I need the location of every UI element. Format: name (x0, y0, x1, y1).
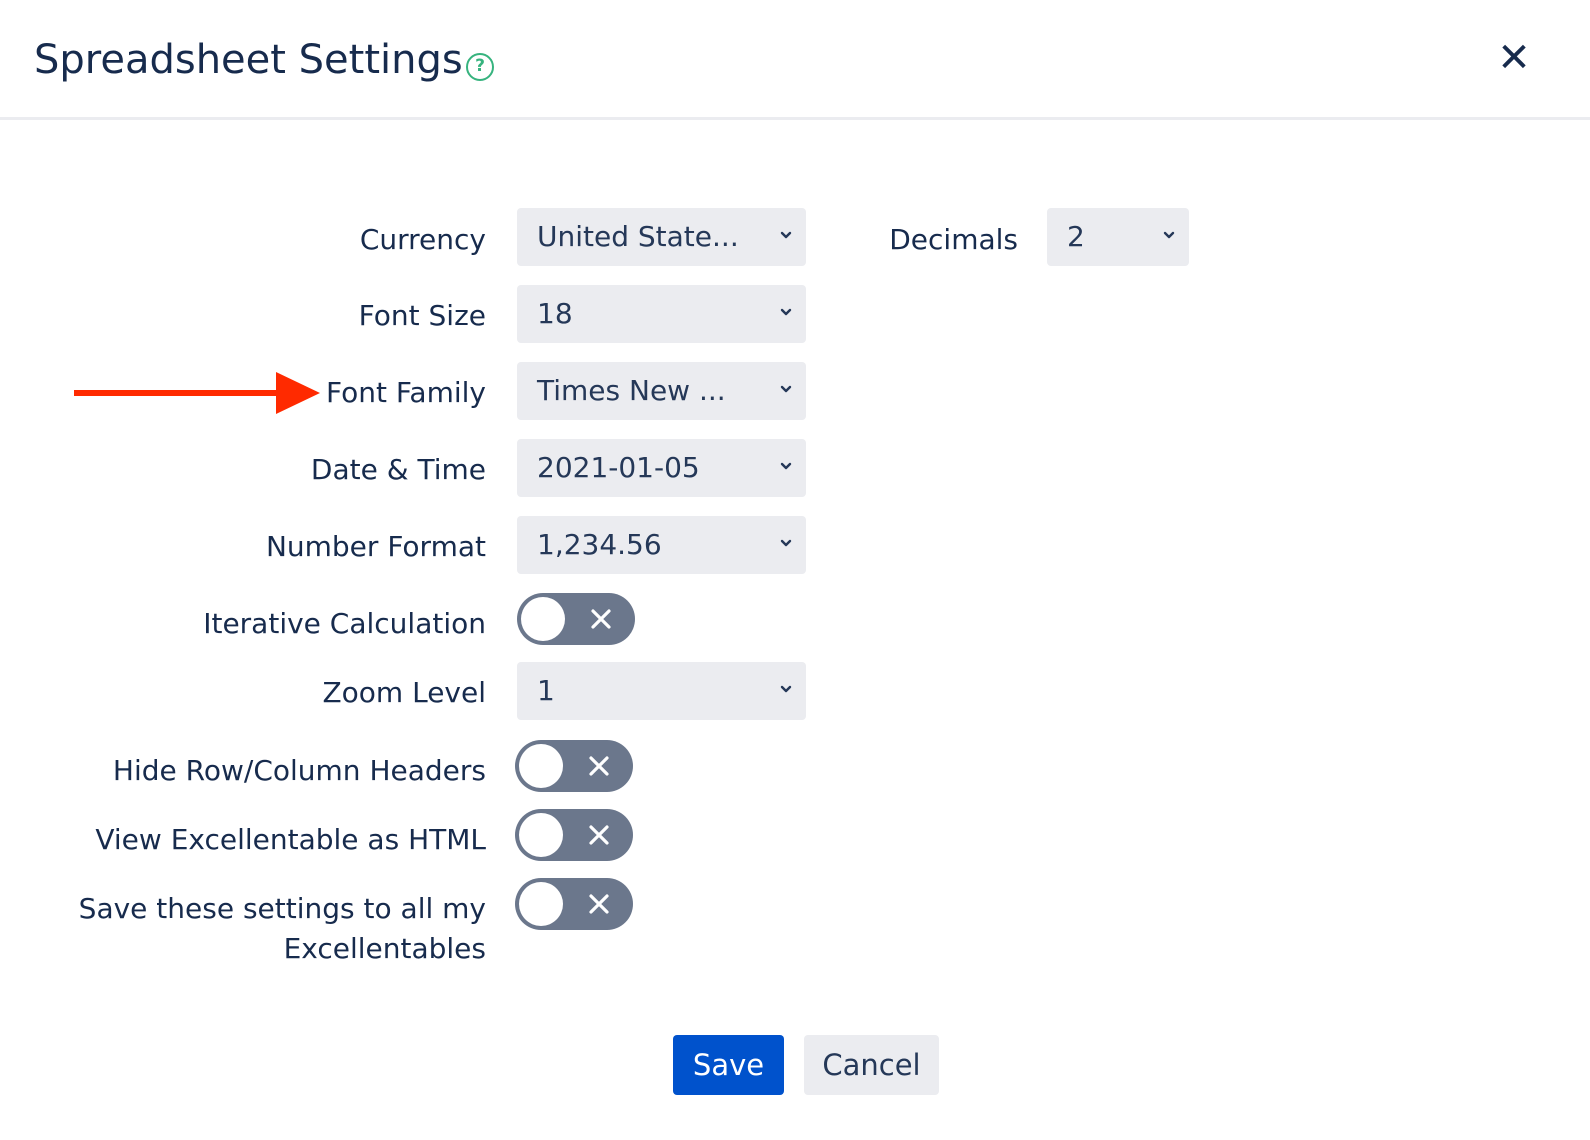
number-format-select[interactable]: 1,234.56 (517, 516, 806, 574)
font-family-select[interactable]: Times New ... (517, 362, 806, 420)
iterative-calculation-toggle[interactable] (517, 593, 635, 645)
date-time-label: Date & Time (310, 453, 486, 486)
save-to-all-toggle[interactable] (515, 878, 633, 930)
decimals-label: Decimals (889, 223, 1018, 256)
chevron-down-icon (780, 231, 792, 239)
decimals-select[interactable]: 2 (1047, 208, 1189, 266)
dialog-header: Spreadsheet Settings ? ✕ (0, 0, 1590, 120)
date-time-value: 2021-01-05 (537, 451, 700, 484)
font-family-label: Font Family (326, 376, 486, 409)
number-format-value: 1,234.56 (537, 528, 662, 561)
view-as-html-label: View Excellentable as HTML (95, 823, 486, 856)
annotation-arrow (74, 372, 320, 414)
toggle-knob (519, 882, 563, 926)
save-button[interactable]: Save (673, 1035, 784, 1095)
iterative-calculation-label: Iterative Calculation (203, 607, 486, 640)
chevron-down-icon (780, 685, 792, 693)
save-to-all-label: Save these settings to all my Excellenta… (78, 892, 486, 965)
x-icon (591, 609, 611, 629)
question-circle-icon[interactable]: ? (466, 53, 494, 81)
font-size-label: Font Size (358, 299, 486, 332)
spreadsheet-settings-dialog: Spreadsheet Settings ? ✕ Currency United… (0, 0, 1590, 1140)
zoom-level-select[interactable]: 1 (517, 662, 806, 720)
chevron-down-icon (1163, 231, 1175, 239)
date-time-select[interactable]: 2021-01-05 (517, 439, 806, 497)
x-icon (589, 825, 609, 845)
number-format-label: Number Format (265, 530, 486, 563)
chevron-down-icon (780, 539, 792, 547)
cancel-button[interactable]: Cancel (804, 1035, 939, 1095)
zoom-level-value: 1 (537, 674, 555, 707)
font-family-value: Times New ... (537, 374, 726, 407)
x-icon (589, 756, 609, 776)
dialog-title: Spreadsheet Settings (34, 37, 463, 83)
view-as-html-toggle[interactable] (515, 809, 633, 861)
hide-headers-label: Hide Row/Column Headers (112, 754, 486, 787)
font-size-value: 18 (537, 297, 573, 330)
currency-label: Currency (359, 223, 486, 256)
x-icon (589, 894, 609, 914)
chevron-down-icon (780, 308, 792, 316)
close-icon[interactable]: ✕ (1492, 36, 1536, 80)
chevron-down-icon (780, 462, 792, 470)
toggle-knob (519, 813, 563, 857)
hide-headers-toggle[interactable] (515, 740, 633, 792)
currency-select[interactable]: United State... (517, 208, 806, 266)
currency-value: United State... (537, 220, 739, 253)
chevron-down-icon (780, 385, 792, 393)
font-size-select[interactable]: 18 (517, 285, 806, 343)
zoom-level-label: Zoom Level (322, 676, 486, 709)
decimals-value: 2 (1067, 220, 1085, 253)
toggle-knob (521, 597, 565, 641)
toggle-knob (519, 744, 563, 788)
